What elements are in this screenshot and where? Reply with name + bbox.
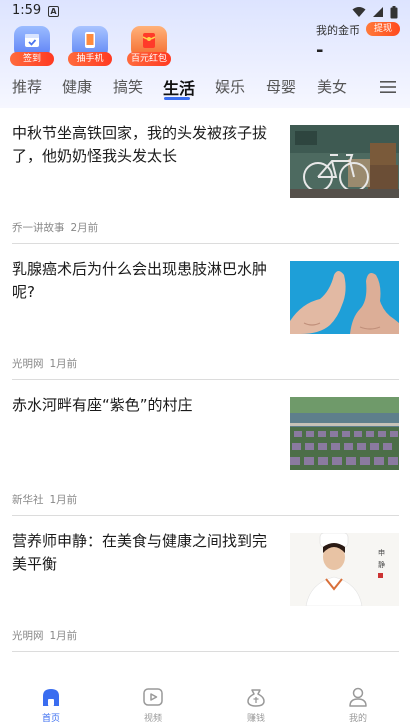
svg-text:静: 静 <box>378 560 385 569</box>
article-title: 赤水河畔有座“紫色”的村庄 <box>12 396 193 414</box>
nav-label: 我的 <box>348 714 367 724</box>
article-title: 中秋节坐高铁回家，我的头发被孩子拔了，他奶奶怪我头发太长 <box>12 124 268 165</box>
tab-recommend[interactable]: 推荐 <box>12 76 42 97</box>
article-time: 1月前 <box>49 630 78 642</box>
red-envelope-promo-button[interactable]: 百元红包 <box>127 26 171 66</box>
article-item[interactable]: 乳腺癌术后为什么会出现患肢淋巴水肿呢? 光明网 1月前 <box>0 244 410 380</box>
status-time: 1:59 <box>12 3 42 18</box>
nav-earn[interactable]: 赚钱 <box>226 686 286 726</box>
lottery-phone-promo-button[interactable]: 抽手机 <box>68 26 112 66</box>
nav-label: 赚钱 <box>246 714 265 724</box>
coins-value: - <box>316 40 324 61</box>
earn-icon <box>247 689 265 707</box>
tab-health[interactable]: 健康 <box>62 76 92 97</box>
tab-beauty[interactable]: 美女 <box>317 76 347 97</box>
article-meta: 光明网 1月前 <box>12 356 77 371</box>
article-source: 乔一讲故事 <box>12 222 65 234</box>
article-thumbnail <box>290 125 399 198</box>
nav-label: 首页 <box>41 714 60 724</box>
battery-icon <box>390 5 398 18</box>
article-time: 1月前 <box>49 358 78 370</box>
home-icon <box>43 689 59 706</box>
tab-funny[interactable]: 搞笑 <box>113 76 143 97</box>
article-source: 光明网 <box>12 358 44 370</box>
tab-mother-baby[interactable]: 母婴 <box>266 76 296 97</box>
signal-icon <box>373 7 383 17</box>
profile-icon <box>349 687 367 707</box>
divider <box>12 651 399 652</box>
svg-text:申: 申 <box>378 548 385 557</box>
menu-icon[interactable] <box>380 80 396 94</box>
nav-label: 视频 <box>143 714 162 724</box>
article-meta: 乔一讲故事 2月前 <box>12 220 98 235</box>
nav-profile[interactable]: 我的 <box>328 686 388 726</box>
article-item[interactable]: 营养师申静：在美食与健康之间找到完美平衡 申 静 光明网 1月前 <box>0 516 410 652</box>
nav-home[interactable]: 首页 <box>21 686 81 726</box>
promo-label: 签到 <box>10 52 54 66</box>
phone-icon <box>85 32 95 48</box>
article-time: 2月前 <box>70 222 99 234</box>
tab-life[interactable]: 生活 <box>163 75 195 99</box>
article-thumbnail <box>290 397 399 470</box>
category-tabs: 推荐 健康 搞笑 生活 娱乐 母婴 美女 <box>0 76 410 104</box>
tab-entertainment[interactable]: 娱乐 <box>215 76 245 97</box>
nav-video[interactable]: 视频 <box>123 686 183 726</box>
status-bar: 1:59 A <box>0 0 410 24</box>
video-icon <box>143 688 163 706</box>
article-source: 新华社 <box>12 494 44 506</box>
article-thumbnail: 申 静 <box>290 533 399 606</box>
article-time: 1月前 <box>49 494 78 506</box>
status-icons <box>352 5 398 19</box>
article-title: 乳腺癌术后为什么会出现患肢淋巴水肿呢? <box>12 260 268 301</box>
notification-icon: A <box>48 6 59 17</box>
bottom-navigation: 首页 视频 赚钱 我的 <box>0 680 410 728</box>
withdraw-button[interactable]: 提现 <box>366 22 400 36</box>
calendar-icon <box>25 34 39 47</box>
wifi-icon <box>352 7 366 17</box>
article-source: 光明网 <box>12 630 44 642</box>
article-thumbnail <box>290 261 399 334</box>
article-item[interactable]: 中秋节坐高铁回家，我的头发被孩子拔了，他奶奶怪我头发太长 乔一讲故事 2月前 <box>0 108 410 244</box>
article-meta: 光明网 1月前 <box>12 628 77 643</box>
promo-label: 抽手机 <box>68 52 112 66</box>
red-envelope-icon <box>142 33 156 48</box>
article-item[interactable]: 赤水河畔有座“紫色”的村庄 新华社 1月前 <box>0 380 410 516</box>
my-coins-label: 我的金币 <box>316 24 360 37</box>
active-tab-indicator <box>164 97 190 100</box>
article-meta: 新华社 1月前 <box>12 492 77 507</box>
promo-label: 百元红包 <box>127 52 171 66</box>
app-screen: 1:59 A 签到 抽手机 百元红包 我的金币 提现 - 推荐 健康 搞笑 生活… <box>0 0 410 728</box>
article-title: 营养师申静：在美食与健康之间找到完美平衡 <box>12 532 268 573</box>
checkin-promo-button[interactable]: 签到 <box>10 26 54 66</box>
